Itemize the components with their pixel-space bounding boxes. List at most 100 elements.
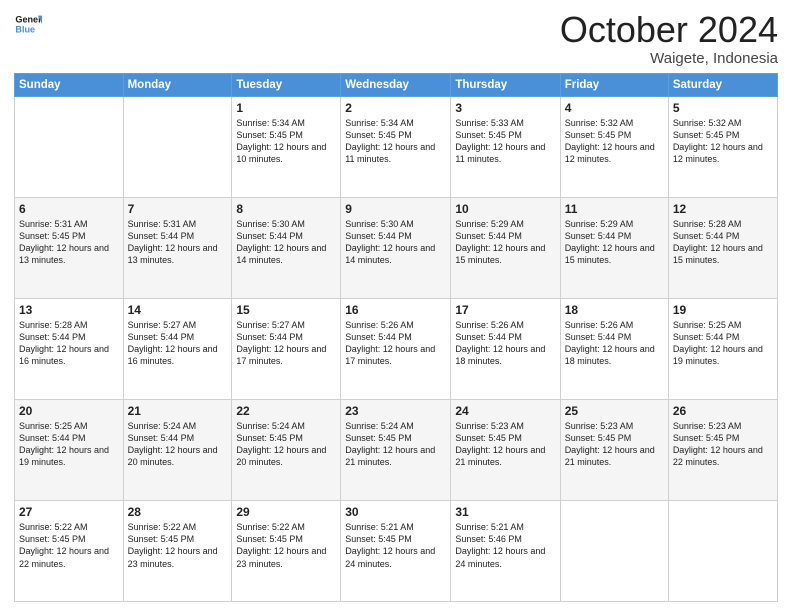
day-cell: 10Sunrise: 5:29 AMSunset: 5:44 PMDayligh… <box>451 197 560 298</box>
day-info: Sunrise: 5:24 AMSunset: 5:45 PMDaylight:… <box>345 420 446 469</box>
day-cell: 9Sunrise: 5:30 AMSunset: 5:44 PMDaylight… <box>341 197 451 298</box>
day-info: Sunrise: 5:33 AMSunset: 5:45 PMDaylight:… <box>455 117 555 166</box>
day-number: 21 <box>128 403 228 419</box>
svg-text:Blue: Blue <box>15 24 35 34</box>
day-number: 5 <box>673 100 773 116</box>
day-cell: 13Sunrise: 5:28 AMSunset: 5:44 PMDayligh… <box>15 298 124 399</box>
day-number: 18 <box>565 302 664 318</box>
day-info: Sunrise: 5:32 AMSunset: 5:45 PMDaylight:… <box>565 117 664 166</box>
page: General Blue October 2024 Waigete, Indon… <box>0 0 792 612</box>
day-cell: 5Sunrise: 5:32 AMSunset: 5:45 PMDaylight… <box>668 96 777 197</box>
day-cell: 23Sunrise: 5:24 AMSunset: 5:45 PMDayligh… <box>341 399 451 500</box>
day-info: Sunrise: 5:27 AMSunset: 5:44 PMDaylight:… <box>128 319 228 368</box>
week-row-3: 13Sunrise: 5:28 AMSunset: 5:44 PMDayligh… <box>15 298 778 399</box>
day-number: 30 <box>345 504 446 520</box>
day-number: 12 <box>673 201 773 217</box>
col-header-sunday: Sunday <box>15 73 124 96</box>
day-info: Sunrise: 5:31 AMSunset: 5:44 PMDaylight:… <box>128 218 228 267</box>
day-cell: 8Sunrise: 5:30 AMSunset: 5:44 PMDaylight… <box>232 197 341 298</box>
day-cell: 27Sunrise: 5:22 AMSunset: 5:45 PMDayligh… <box>15 500 124 601</box>
day-info: Sunrise: 5:30 AMSunset: 5:44 PMDaylight:… <box>345 218 446 267</box>
day-info: Sunrise: 5:24 AMSunset: 5:44 PMDaylight:… <box>128 420 228 469</box>
day-number: 2 <box>345 100 446 116</box>
day-number: 19 <box>673 302 773 318</box>
week-row-5: 27Sunrise: 5:22 AMSunset: 5:45 PMDayligh… <box>15 500 778 601</box>
day-cell <box>123 96 232 197</box>
location-title: Waigete, Indonesia <box>560 50 778 67</box>
day-cell: 6Sunrise: 5:31 AMSunset: 5:45 PMDaylight… <box>15 197 124 298</box>
day-cell: 18Sunrise: 5:26 AMSunset: 5:44 PMDayligh… <box>560 298 668 399</box>
day-info: Sunrise: 5:26 AMSunset: 5:44 PMDaylight:… <box>565 319 664 368</box>
day-cell: 20Sunrise: 5:25 AMSunset: 5:44 PMDayligh… <box>15 399 124 500</box>
day-cell: 17Sunrise: 5:26 AMSunset: 5:44 PMDayligh… <box>451 298 560 399</box>
day-cell: 24Sunrise: 5:23 AMSunset: 5:45 PMDayligh… <box>451 399 560 500</box>
day-number: 4 <box>565 100 664 116</box>
day-number: 10 <box>455 201 555 217</box>
day-info: Sunrise: 5:22 AMSunset: 5:45 PMDaylight:… <box>236 521 336 570</box>
day-info: Sunrise: 5:26 AMSunset: 5:44 PMDaylight:… <box>345 319 446 368</box>
col-header-friday: Friday <box>560 73 668 96</box>
day-cell: 3Sunrise: 5:33 AMSunset: 5:45 PMDaylight… <box>451 96 560 197</box>
day-info: Sunrise: 5:34 AMSunset: 5:45 PMDaylight:… <box>236 117 336 166</box>
svg-text:General: General <box>15 15 42 25</box>
day-number: 14 <box>128 302 228 318</box>
logo-icon: General Blue <box>14 10 42 38</box>
day-cell: 21Sunrise: 5:24 AMSunset: 5:44 PMDayligh… <box>123 399 232 500</box>
day-cell: 16Sunrise: 5:26 AMSunset: 5:44 PMDayligh… <box>341 298 451 399</box>
day-number: 23 <box>345 403 446 419</box>
day-info: Sunrise: 5:28 AMSunset: 5:44 PMDaylight:… <box>19 319 119 368</box>
day-cell <box>560 500 668 601</box>
logo: General Blue <box>14 10 42 38</box>
week-row-2: 6Sunrise: 5:31 AMSunset: 5:45 PMDaylight… <box>15 197 778 298</box>
day-cell <box>668 500 777 601</box>
day-number: 17 <box>455 302 555 318</box>
day-cell: 29Sunrise: 5:22 AMSunset: 5:45 PMDayligh… <box>232 500 341 601</box>
day-cell: 31Sunrise: 5:21 AMSunset: 5:46 PMDayligh… <box>451 500 560 601</box>
day-number: 29 <box>236 504 336 520</box>
day-info: Sunrise: 5:22 AMSunset: 5:45 PMDaylight:… <box>128 521 228 570</box>
day-info: Sunrise: 5:21 AMSunset: 5:45 PMDaylight:… <box>345 521 446 570</box>
day-cell: 1Sunrise: 5:34 AMSunset: 5:45 PMDaylight… <box>232 96 341 197</box>
day-info: Sunrise: 5:23 AMSunset: 5:45 PMDaylight:… <box>673 420 773 469</box>
day-number: 3 <box>455 100 555 116</box>
day-number: 31 <box>455 504 555 520</box>
day-number: 6 <box>19 201 119 217</box>
day-number: 1 <box>236 100 336 116</box>
day-number: 9 <box>345 201 446 217</box>
day-cell: 28Sunrise: 5:22 AMSunset: 5:45 PMDayligh… <box>123 500 232 601</box>
day-info: Sunrise: 5:30 AMSunset: 5:44 PMDaylight:… <box>236 218 336 267</box>
title-block: October 2024 Waigete, Indonesia <box>560 10 778 67</box>
day-number: 15 <box>236 302 336 318</box>
day-number: 25 <box>565 403 664 419</box>
col-header-thursday: Thursday <box>451 73 560 96</box>
day-info: Sunrise: 5:22 AMSunset: 5:45 PMDaylight:… <box>19 521 119 570</box>
day-number: 22 <box>236 403 336 419</box>
day-info: Sunrise: 5:21 AMSunset: 5:46 PMDaylight:… <box>455 521 555 570</box>
day-info: Sunrise: 5:28 AMSunset: 5:44 PMDaylight:… <box>673 218 773 267</box>
day-info: Sunrise: 5:29 AMSunset: 5:44 PMDaylight:… <box>455 218 555 267</box>
day-number: 11 <box>565 201 664 217</box>
day-info: Sunrise: 5:26 AMSunset: 5:44 PMDaylight:… <box>455 319 555 368</box>
day-cell: 11Sunrise: 5:29 AMSunset: 5:44 PMDayligh… <box>560 197 668 298</box>
header: General Blue October 2024 Waigete, Indon… <box>14 10 778 67</box>
day-cell: 12Sunrise: 5:28 AMSunset: 5:44 PMDayligh… <box>668 197 777 298</box>
day-cell: 19Sunrise: 5:25 AMSunset: 5:44 PMDayligh… <box>668 298 777 399</box>
day-cell: 26Sunrise: 5:23 AMSunset: 5:45 PMDayligh… <box>668 399 777 500</box>
col-header-tuesday: Tuesday <box>232 73 341 96</box>
day-cell: 22Sunrise: 5:24 AMSunset: 5:45 PMDayligh… <box>232 399 341 500</box>
month-title: October 2024 <box>560 10 778 50</box>
day-number: 26 <box>673 403 773 419</box>
week-row-4: 20Sunrise: 5:25 AMSunset: 5:44 PMDayligh… <box>15 399 778 500</box>
day-number: 13 <box>19 302 119 318</box>
day-number: 16 <box>345 302 446 318</box>
day-cell: 4Sunrise: 5:32 AMSunset: 5:45 PMDaylight… <box>560 96 668 197</box>
day-info: Sunrise: 5:24 AMSunset: 5:45 PMDaylight:… <box>236 420 336 469</box>
col-header-saturday: Saturday <box>668 73 777 96</box>
day-cell: 2Sunrise: 5:34 AMSunset: 5:45 PMDaylight… <box>341 96 451 197</box>
calendar-table: SundayMondayTuesdayWednesdayThursdayFrid… <box>14 73 778 602</box>
day-number: 8 <box>236 201 336 217</box>
day-info: Sunrise: 5:23 AMSunset: 5:45 PMDaylight:… <box>455 420 555 469</box>
day-number: 7 <box>128 201 228 217</box>
day-info: Sunrise: 5:25 AMSunset: 5:44 PMDaylight:… <box>19 420 119 469</box>
day-cell: 15Sunrise: 5:27 AMSunset: 5:44 PMDayligh… <box>232 298 341 399</box>
